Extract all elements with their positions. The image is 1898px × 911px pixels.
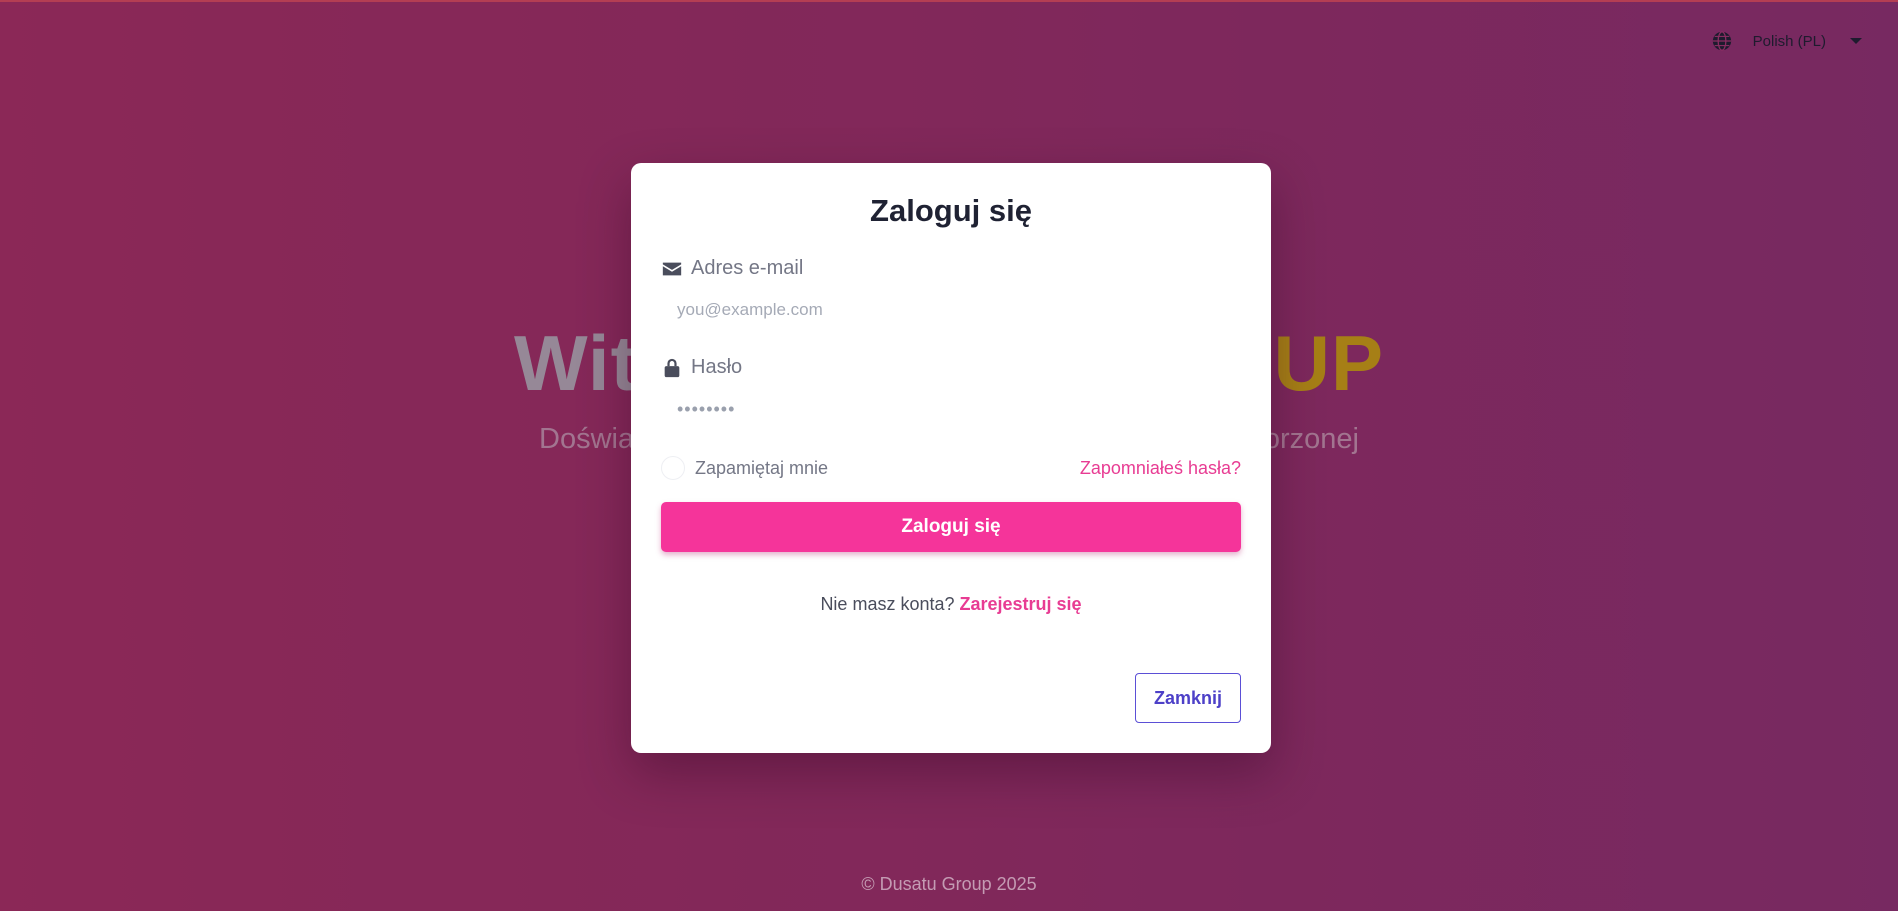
password-masked-value: •••••••• <box>677 399 736 419</box>
globe-icon <box>1712 31 1731 51</box>
lock-icon <box>664 358 680 377</box>
email-field[interactable] <box>661 294 1241 326</box>
password-label-text: Hasło <box>691 356 743 378</box>
remember-me-checkbox[interactable] <box>661 456 685 480</box>
footer-copyright: © Dusatu Group 2025 <box>861 874 1037 894</box>
login-button[interactable]: Zaloguj się <box>661 502 1241 552</box>
modal-title: Zaloguj się <box>870 193 1032 228</box>
no-account-text: Nie masz konta? <box>820 594 960 614</box>
password-field[interactable]: •••••••• <box>661 393 1241 426</box>
login-modal: Zaloguj się Adres e-mail Hasło •••••••• … <box>631 163 1271 753</box>
close-button[interactable]: Zamknij <box>1135 673 1241 723</box>
language-label: Polish (PL) <box>1752 32 1826 50</box>
chevron-down-icon <box>1850 38 1862 44</box>
remember-me-label: Zapamiętaj mnie <box>695 457 829 478</box>
password-label: Hasło <box>661 356 1241 379</box>
forgot-password-link[interactable]: Zapomniałeś hasła? <box>1080 458 1241 479</box>
remember-me[interactable]: Zapamiętaj mnie <box>661 456 828 480</box>
language-selector[interactable]: Polish (PL) <box>1711 30 1862 52</box>
options-row: Zapamiętaj mnie Zapomniałeś hasła? <box>661 456 1241 480</box>
signup-prompt: Nie masz konta? Zarejestruj się <box>661 594 1241 615</box>
register-link[interactable]: Zarejestruj się <box>960 594 1082 614</box>
envelope-icon <box>662 262 682 275</box>
email-label: Adres e-mail <box>661 257 1241 280</box>
email-label-text: Adres e-mail <box>691 257 804 279</box>
